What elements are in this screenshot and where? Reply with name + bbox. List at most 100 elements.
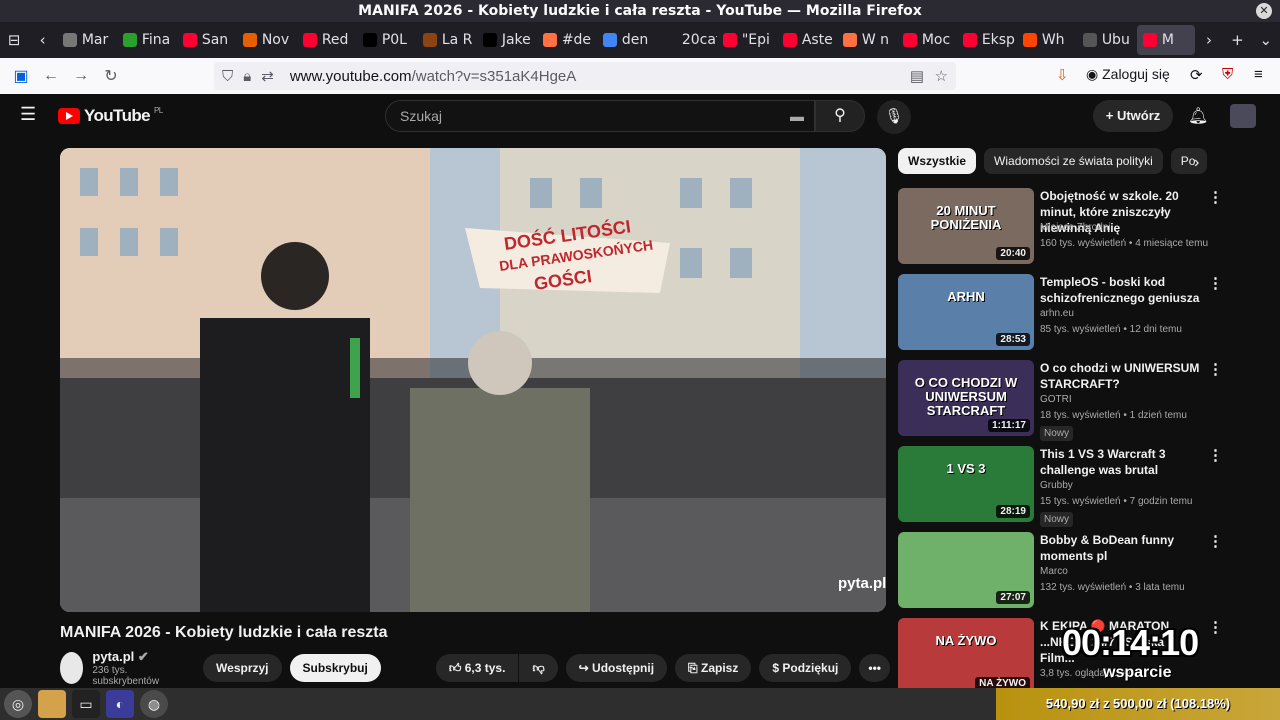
- shield-icon[interactable]: ⛉: [222, 68, 233, 85]
- video-thumbnail[interactable]: 20 MINUT PONIŻENIA 20:40: [898, 188, 1034, 264]
- sidebar-toggle-icon[interactable]: ▣: [6, 66, 36, 86]
- reader-view-icon[interactable]: ▤: [910, 67, 924, 85]
- youtube-icon: [902, 33, 917, 47]
- lock-icon[interactable]: 🔒︎: [243, 68, 251, 85]
- keyboard-icon[interactable]: ▬: [790, 101, 804, 131]
- firefox-taskbar-icon[interactable]: ◐: [106, 690, 134, 718]
- stream-support-label: wsparcie: [1103, 664, 1172, 681]
- tab-label: Nov: [261, 32, 290, 48]
- browser-tab[interactable]: M: [1136, 25, 1195, 55]
- recommendation-channel[interactable]: Grubby: [1040, 480, 1073, 491]
- share-button[interactable]: ↪ Udostępnij: [565, 654, 668, 682]
- recommendation-item[interactable]: 20 MINUT PONIŻENIA 20:40 Obojętność w szko…: [898, 188, 1228, 266]
- reload-icon[interactable]: ↻: [96, 66, 126, 86]
- recommendation-item[interactable]: ARHN 28:53 TempleOS - boski kod schizofren…: [898, 274, 1228, 352]
- permissions-icon[interactable]: ⇄: [261, 67, 274, 85]
- more-actions-icon[interactable]: •••: [859, 654, 890, 682]
- obs-icon[interactable]: ◍: [140, 690, 168, 718]
- more-options-icon[interactable]: ⋮: [1208, 360, 1223, 378]
- extension-icon[interactable]: ⛨: [1222, 66, 1233, 83]
- chip-politics[interactable]: Wiadomości ze świata polityki: [984, 148, 1163, 174]
- new-tab-icon[interactable]: +: [1223, 31, 1251, 49]
- recommendation-channel[interactable]: Marco: [1040, 566, 1068, 577]
- thanks-button[interactable]: $ Podziękuj: [759, 654, 852, 682]
- video-thumbnail[interactable]: NA ŻYWO NA ŻYWO: [898, 618, 1034, 694]
- browser-tab[interactable]: Ubu: [1077, 25, 1137, 55]
- video-thumbnail[interactable]: O CO CHODZI W UNIWERSUM STARCRAFT 1:11:17: [898, 360, 1034, 436]
- recommendation-title[interactable]: TempleOS - boski kod schizofrenicznego g…: [1040, 274, 1200, 306]
- video-thumbnail[interactable]: ARHN 28:53: [898, 274, 1034, 350]
- sync-icon[interactable]: ⟳: [1190, 66, 1203, 84]
- tab-label: Aste: [801, 32, 833, 48]
- browser-tab[interactable]: den: [597, 25, 657, 55]
- account-button[interactable]: ◉ Zaloguj się: [1086, 66, 1170, 83]
- voice-search-icon[interactable]: 🎙︎: [877, 100, 911, 134]
- back-icon[interactable]: ←: [36, 67, 66, 85]
- chip-all[interactable]: Wszystkie: [898, 148, 977, 174]
- save-button[interactable]: ⎘ Zapisz: [675, 654, 752, 682]
- video-thumbnail[interactable]: 1 VS 3 28:19: [898, 446, 1034, 522]
- recommendation-channel[interactable]: GOTRI: [1040, 394, 1072, 405]
- more-options-icon[interactable]: ⋮: [1208, 618, 1223, 636]
- notifications-bell-icon[interactable]: 🔔︎: [1188, 106, 1208, 126]
- more-options-icon[interactable]: ⋮: [1208, 274, 1223, 292]
- recommendation-channel[interactable]: Miejsce Zbrodni: [1040, 222, 1111, 233]
- browser-tab[interactable]: "Epi: [717, 25, 777, 55]
- tab-scroll-right-icon[interactable]: ›: [1195, 31, 1223, 49]
- tab-scroll-left-icon[interactable]: ‹: [28, 31, 56, 49]
- recommendation-item[interactable]: 27:07 Bobby & BoDean funny moments pl Marc…: [898, 532, 1228, 610]
- guide-menu-icon[interactable]: ☰: [20, 104, 36, 125]
- browser-tab[interactable]: Nov: [237, 25, 297, 55]
- browser-tab[interactable]: Eksp: [957, 25, 1017, 55]
- file-manager-icon[interactable]: [38, 690, 66, 718]
- window-close-icon[interactable]: ✕: [1256, 3, 1272, 19]
- create-button[interactable]: + Utwórz: [1093, 100, 1173, 132]
- browser-tab[interactable]: Moc: [897, 25, 957, 55]
- tab-list-icon[interactable]: ⊟: [0, 31, 28, 49]
- terminal-icon[interactable]: ▭: [72, 690, 100, 718]
- recommendation-title[interactable]: O co chodzi w UNIWERSUM STARCRAFT?: [1040, 360, 1200, 392]
- recommendation-item[interactable]: 1 VS 3 28:19 This 1 VS 3 Warcraft 3 challe…: [898, 446, 1228, 527]
- chip-more[interactable]: Po: [1170, 148, 1207, 174]
- search-input[interactable]: Szukaj ▬: [385, 100, 815, 132]
- forward-icon[interactable]: →: [66, 67, 96, 85]
- more-options-icon[interactable]: ⋮: [1208, 446, 1223, 464]
- browser-tab[interactable]: Wh: [1017, 25, 1077, 55]
- more-options-icon[interactable]: ⋮: [1208, 532, 1223, 550]
- browser-tab[interactable]: Jake: [477, 25, 537, 55]
- like-button[interactable]: 👍︎ 6,3 tys.: [435, 654, 519, 682]
- youtube-logo[interactable]: YouTube PL: [58, 106, 163, 126]
- browser-tab[interactable]: Red: [297, 25, 357, 55]
- browser-tab[interactable]: Aste: [777, 25, 837, 55]
- app-menu-icon[interactable]: ≡: [1254, 66, 1263, 83]
- channel-name[interactable]: pyta.pl: [92, 649, 134, 664]
- recommendation-title[interactable]: Bobby & BoDean funny moments pl: [1040, 532, 1200, 564]
- search-button[interactable]: ⚲: [815, 100, 865, 132]
- channel-avatar[interactable]: [60, 652, 84, 684]
- browser-tab[interactable]: W n: [837, 25, 897, 55]
- recommendation-item[interactable]: O CO CHODZI W UNIWERSUM STARCRAFT 1:11:17…: [898, 360, 1228, 441]
- url-bar[interactable]: ⛉ 🔒︎ ⇄ www.youtube.com/watch?v=s351aK4Hg…: [214, 62, 956, 90]
- tab-menu-icon[interactable]: ⌄: [1252, 31, 1280, 49]
- recommendation-channel[interactable]: arhn.eu: [1040, 308, 1074, 319]
- browser-tab[interactable]: #de: [537, 25, 597, 55]
- browser-tab[interactable]: Fina: [117, 25, 177, 55]
- dislike-button[interactable]: 👎︎: [519, 654, 558, 682]
- avatar[interactable]: [1230, 104, 1256, 128]
- chips-next-icon[interactable]: ›: [1194, 154, 1199, 172]
- video-thumbnail[interactable]: 27:07: [898, 532, 1034, 608]
- start-menu-icon[interactable]: ◎: [4, 690, 32, 718]
- recommendation-title[interactable]: This 1 VS 3 Warcraft 3 challenge was bru…: [1040, 446, 1200, 478]
- video-player[interactable]: DOŚĆ LITOŚCI DLA PRAWOSKOŃYCH GOŚCI pyta…: [60, 148, 886, 612]
- bookmark-star-icon[interactable]: ☆: [935, 67, 948, 85]
- more-options-icon[interactable]: ⋮: [1208, 188, 1223, 206]
- browser-tab[interactable]: La R: [417, 25, 477, 55]
- browser-tab[interactable]: P0L: [357, 25, 417, 55]
- browser-tab[interactable]: 20caf2: [657, 25, 717, 55]
- browser-tab[interactable]: San: [177, 25, 237, 55]
- recommendation-meta: 15 tys. wyświetleń • 7 godzin temu: [1040, 496, 1193, 507]
- downloads-icon[interactable]: ⇩: [1056, 66, 1069, 84]
- support-button[interactable]: Wesprzyj: [203, 654, 282, 682]
- subscribe-button[interactable]: Subskrybuj: [289, 654, 381, 682]
- browser-tab[interactable]: Mar: [57, 25, 117, 55]
